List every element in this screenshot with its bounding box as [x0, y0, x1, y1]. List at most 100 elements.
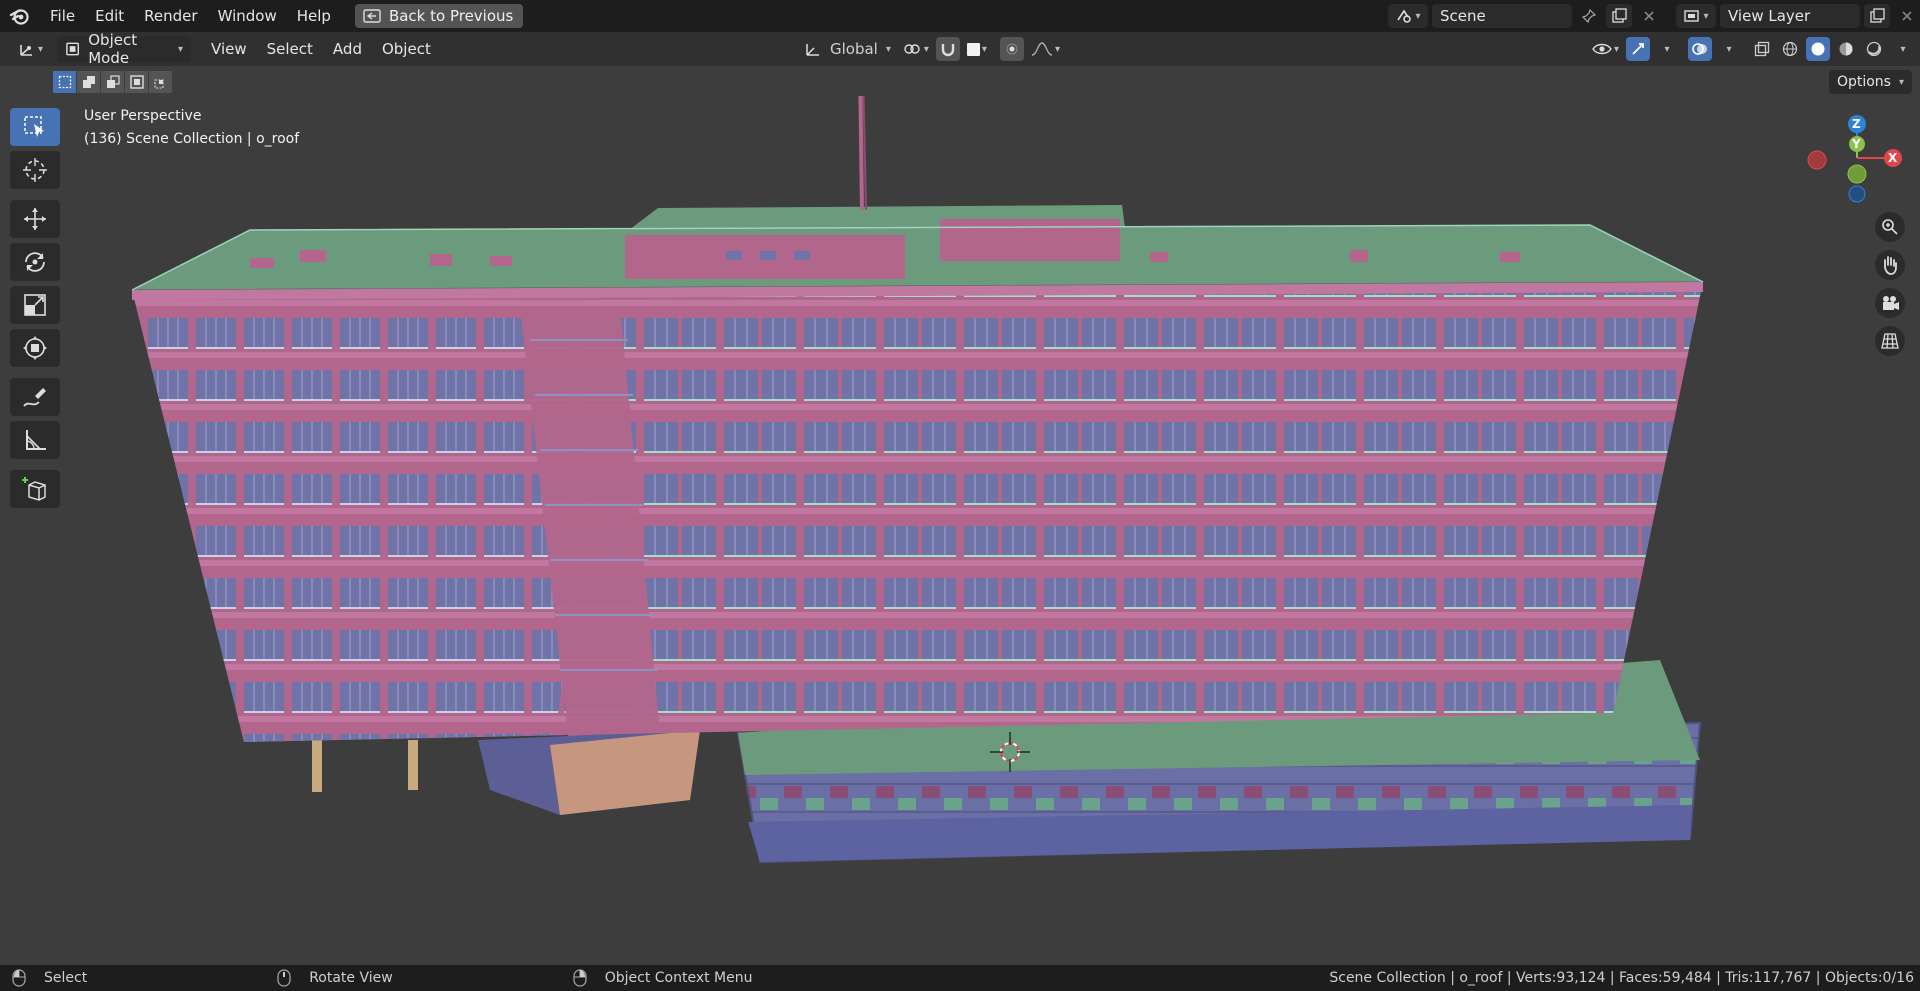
camera-icon: [1883, 296, 1899, 310]
rendered-sphere-icon: [1866, 41, 1882, 57]
blender-logo-icon[interactable]: [0, 0, 40, 32]
snap-target-dropdown[interactable]: ▾: [964, 37, 990, 61]
orientation-icon: [806, 44, 819, 56]
falloff-dropdown[interactable]: ▾: [1028, 37, 1063, 61]
select-subtract-button[interactable]: [101, 71, 125, 93]
options-label: Options: [1836, 74, 1891, 90]
select-box-icon: [24, 116, 44, 137]
menu-object[interactable]: Object: [374, 36, 439, 62]
select-extend-button[interactable]: [77, 71, 101, 93]
orthographic-toggle-button[interactable]: [1875, 326, 1905, 356]
scene-name-field[interactable]: Scene: [1432, 4, 1572, 28]
wireframe-sphere-icon: [1782, 41, 1798, 57]
delete-view-layer-icon[interactable]: [1894, 4, 1920, 28]
add-cube-icon: [22, 477, 46, 501]
menu-file[interactable]: File: [40, 0, 85, 32]
back-to-previous-button[interactable]: Back to Previous: [354, 4, 524, 28]
move-tool[interactable]: [10, 200, 60, 238]
hand-icon: [1884, 256, 1897, 275]
gizmo-z-label: Z: [1852, 117, 1861, 131]
select-new-icon: [58, 75, 71, 89]
shading-dropdown[interactable]: ▾: [1890, 37, 1914, 61]
select-intersect-icon: [153, 79, 164, 89]
snap-toggle[interactable]: [935, 37, 960, 61]
mode-dropdown[interactable]: Object Mode ▾: [57, 31, 192, 67]
cursor-tool[interactable]: [10, 151, 60, 189]
select-intersect-button[interactable]: [149, 71, 173, 93]
solid-sphere-icon: [1811, 42, 1825, 56]
scene-type-icon[interactable]: ▾: [1388, 4, 1428, 28]
menu-edit[interactable]: Edit: [85, 0, 134, 32]
object-mode-icon: [66, 42, 80, 56]
annotate-tool[interactable]: [10, 378, 60, 416]
new-view-layer-icon[interactable]: [1864, 4, 1890, 28]
xray-toggle[interactable]: [1750, 37, 1774, 61]
scale-tool[interactable]: [10, 286, 60, 324]
new-scene-icon[interactable]: [1606, 4, 1632, 28]
transform-tools: Global ▾ ▾ ▾ ▾: [800, 32, 1063, 66]
editor-type-button[interactable]: ▾: [10, 36, 51, 62]
status-select-hint: Select: [12, 969, 87, 987]
pivot-point-dropdown[interactable]: ▾: [899, 37, 932, 61]
menu-select[interactable]: Select: [259, 36, 321, 62]
view-layer-name-field[interactable]: View Layer: [1720, 4, 1860, 28]
view-layer-type-icon[interactable]: ▾: [1676, 4, 1716, 28]
transform-tool[interactable]: [10, 329, 60, 367]
add-cube-tool[interactable]: [10, 470, 60, 508]
zoom-button[interactable]: [1875, 212, 1905, 242]
pin-scene-icon[interactable]: [1576, 4, 1602, 28]
gizmo-toggle[interactable]: [1626, 37, 1650, 61]
building-model: [131, 96, 1704, 864]
wireframe-shading-button[interactable]: [1778, 37, 1802, 61]
move-icon: [24, 208, 46, 230]
solid-shading-button[interactable]: [1806, 37, 1830, 61]
zoom-icon: [1882, 219, 1898, 235]
rotate-icon: [25, 252, 45, 272]
select-new-button[interactable]: [53, 71, 77, 93]
select-subtract-icon: [106, 75, 120, 88]
measure-tool[interactable]: [10, 421, 60, 459]
menu-render[interactable]: Render: [134, 0, 207, 32]
menu-view[interactable]: View: [203, 36, 255, 62]
scene-selector-area: ▾ Scene ▾ View Layer: [1388, 0, 1920, 32]
3d-viewport[interactable]: User Perspective (136) Scene Collection …: [0, 96, 1920, 965]
orientation-dropdown[interactable]: Global ▾: [800, 37, 895, 61]
status-rotate-hint: Rotate View: [277, 969, 393, 987]
rendered-shading-button[interactable]: [1862, 37, 1886, 61]
mouse-middle-icon: [277, 969, 291, 987]
status-context-label: Object Context Menu: [604, 970, 753, 986]
menu-window[interactable]: Window: [208, 0, 287, 32]
viewport-header: ▾ Object Mode ▾ View Select Add Object Gl…: [0, 31, 1920, 67]
overlays-dropdown[interactable]: ▾: [1716, 37, 1740, 61]
visibility-dropdown[interactable]: ▾: [1589, 37, 1622, 61]
options-dropdown[interactable]: Options ▾: [1828, 70, 1912, 94]
proportional-edit-icon: [1006, 43, 1018, 55]
select-box-tool[interactable]: [10, 108, 60, 146]
menu-help[interactable]: Help: [287, 0, 341, 32]
pivot-icon: [904, 44, 920, 54]
select-invert-button[interactable]: [125, 71, 149, 93]
status-rotate-label: Rotate View: [309, 970, 393, 986]
left-toolbar: [10, 108, 62, 513]
tool-settings-row: Options ▾: [0, 66, 1920, 96]
camera-view-button[interactable]: [1875, 288, 1905, 318]
snap-increment-icon: [966, 42, 980, 56]
overlays-toggle[interactable]: [1688, 37, 1712, 61]
axes-editor-icon: [20, 45, 32, 56]
top-menu-bar: File Edit Render Window Help Back to Pre…: [0, 0, 1920, 32]
gizmo-dropdown[interactable]: ▾: [1654, 37, 1678, 61]
annotate-pencil-icon: [23, 388, 46, 407]
viewport-display-tools: ▾ ▾ ▾ ▾: [1589, 32, 1914, 66]
pan-button[interactable]: [1875, 250, 1905, 280]
navigation-gizmo[interactable]: Z Y X: [1805, 108, 1905, 208]
rotate-tool[interactable]: [10, 243, 60, 281]
gizmo-icon: [1632, 43, 1644, 55]
delete-scene-icon[interactable]: [1636, 4, 1662, 28]
material-shading-button[interactable]: [1834, 37, 1858, 61]
status-context-hint: Object Context Menu: [573, 969, 753, 987]
menu-add[interactable]: Add: [325, 36, 370, 62]
scale-icon: [24, 294, 46, 316]
gizmo-x-label: X: [1888, 151, 1898, 165]
overlays-icon: [1692, 43, 1707, 55]
proportional-edit-toggle[interactable]: [999, 37, 1024, 61]
